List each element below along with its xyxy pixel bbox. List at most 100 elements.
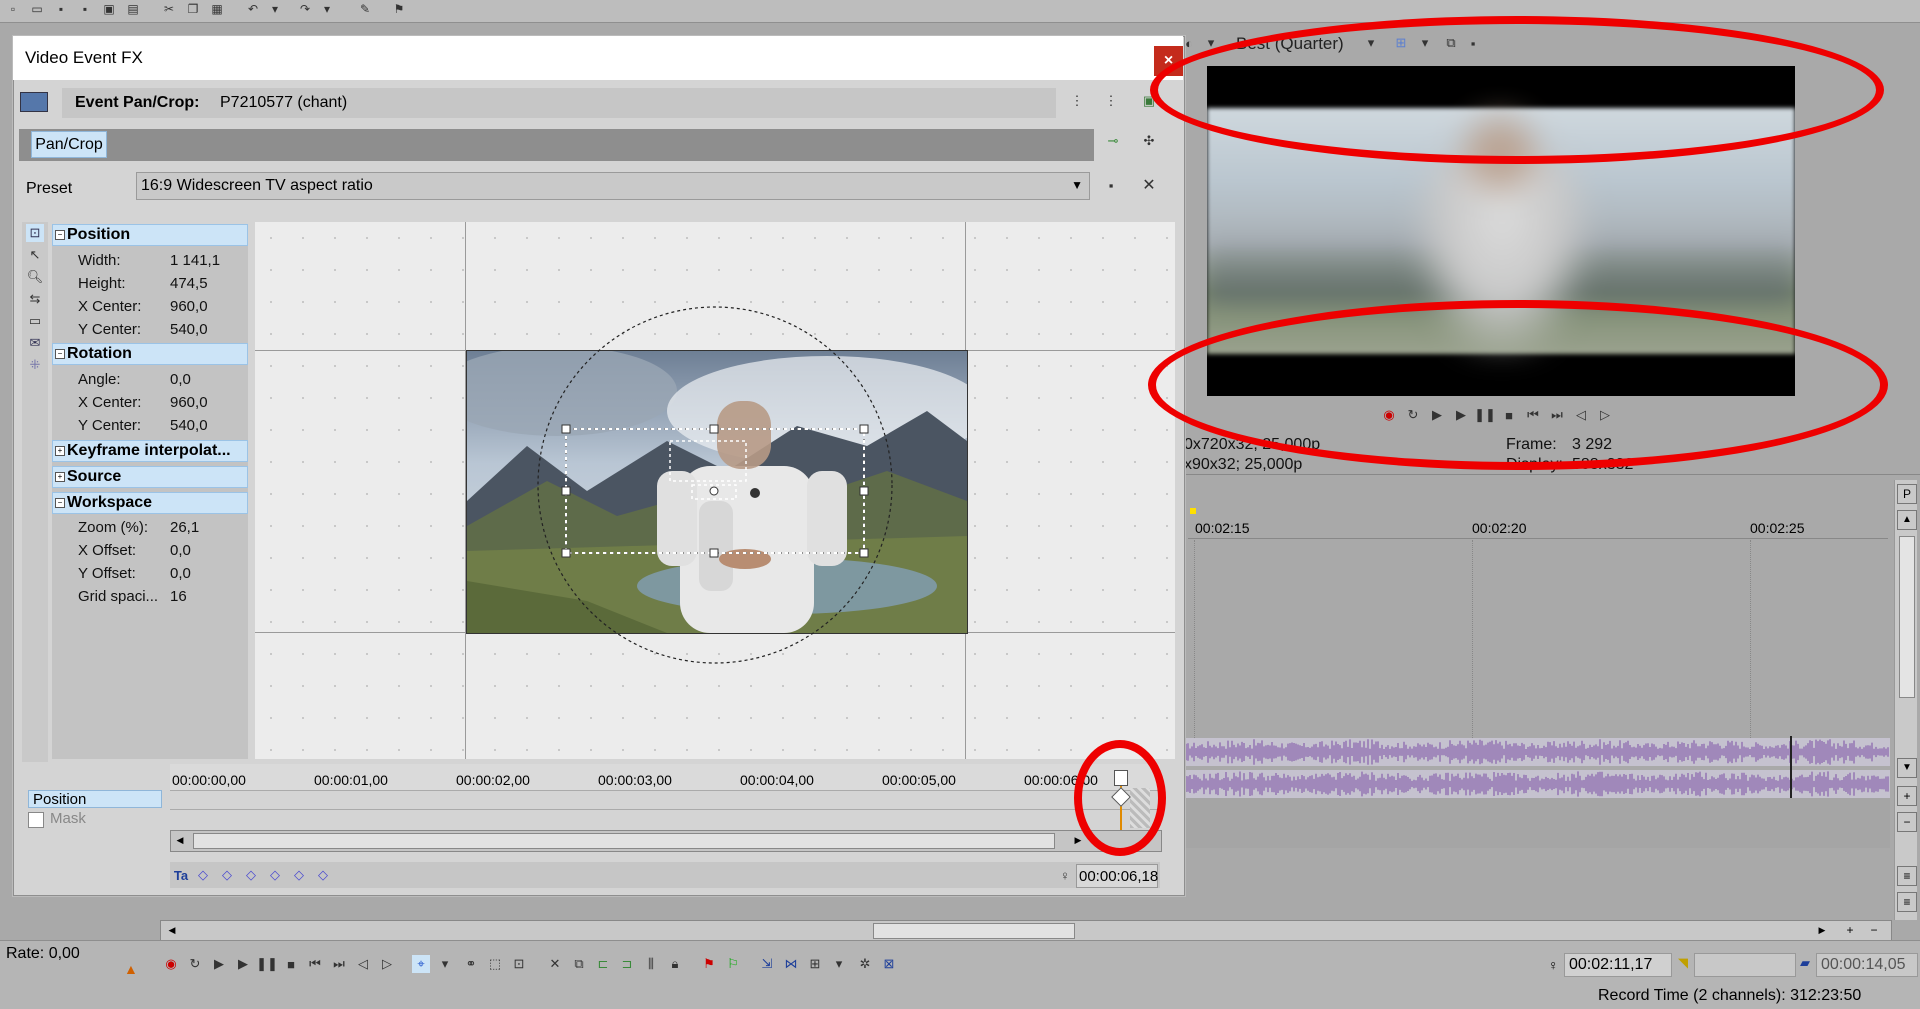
split-icon[interactable]: ⫼: [642, 955, 660, 973]
scroll-thumb[interactable]: [193, 833, 1055, 849]
preset-dropdown[interactable]: 16:9 Widescreen TV aspect ratio ▼: [136, 172, 1090, 200]
prev-frame-icon[interactable]: ◁: [354, 955, 372, 973]
snap-icon[interactable]: ⇆: [26, 290, 44, 308]
render-as-icon[interactable]: ✎: [356, 0, 374, 18]
property-value[interactable]: 0,0: [170, 371, 191, 388]
insert-marker-icon[interactable]: ⚑: [700, 955, 718, 973]
zoom-in-icon[interactable]: +: [1897, 786, 1917, 806]
property-value[interactable]: 26,1: [170, 519, 199, 536]
kf-track-position[interactable]: Position: [28, 790, 162, 808]
property-value[interactable]: 960,0: [170, 394, 208, 411]
add-fx-icon[interactable]: ⊸: [1104, 132, 1122, 150]
ignore-grouping-icon[interactable]: ⊞: [806, 955, 824, 973]
save-as-icon[interactable]: ▪: [76, 0, 94, 18]
sync-cursor-icon[interactable]: Ta: [172, 866, 190, 884]
zoom-out-icon[interactable]: −: [1867, 923, 1881, 937]
move-tool-icon[interactable]: ↖: [26, 246, 44, 264]
properties-icon[interactable]: ▤: [124, 0, 142, 18]
play-icon[interactable]: ▶: [234, 955, 252, 973]
add-keyframe-icon[interactable]: ◇: [290, 866, 308, 884]
grid-icon[interactable]: ⁜: [26, 356, 44, 374]
scroll-right-icon[interactable]: ▶: [1815, 923, 1829, 937]
undo-dropdown-icon[interactable]: ▾: [266, 0, 284, 18]
mask-checkbox[interactable]: [28, 812, 44, 828]
first-keyframe-icon[interactable]: ◇: [194, 866, 212, 884]
mask-tool-icon[interactable]: ✉: [26, 334, 44, 352]
zoom-out-icon[interactable]: −: [1897, 812, 1917, 832]
remove-fx-icon[interactable]: ✣: [1140, 132, 1158, 150]
last-keyframe-icon[interactable]: ◇: [266, 866, 284, 884]
audio-waveform-left[interactable]: [1186, 738, 1890, 766]
lock-envelopes-icon[interactable]: ⋈: [782, 955, 800, 973]
tab-pan-crop[interactable]: Pan/Crop: [31, 131, 107, 158]
crossfade-icon[interactable]: ✲: [856, 955, 874, 973]
property-value[interactable]: 0,0: [170, 565, 191, 582]
scroll-right-icon[interactable]: ▶: [1071, 833, 1085, 847]
next-keyframe-icon[interactable]: ◇: [242, 866, 260, 884]
ignore-dropdown-icon[interactable]: ▾: [830, 955, 848, 973]
save-icon[interactable]: ▪: [52, 0, 70, 18]
property-value[interactable]: 540,0: [170, 321, 208, 338]
redo-dropdown-icon[interactable]: ▾: [318, 0, 336, 18]
kf-track-mask[interactable]: Mask: [28, 810, 162, 828]
delete-icon[interactable]: ✕: [546, 955, 564, 973]
paste-icon[interactable]: ▦: [208, 0, 226, 18]
scroll-thumb[interactable]: [873, 923, 1075, 939]
go-to-start-icon[interactable]: ⏮: [306, 955, 324, 973]
zoom-tool-icon[interactable]: ⊡: [510, 955, 528, 973]
delete-keyframe-icon[interactable]: ◇: [314, 866, 332, 884]
property-value[interactable]: 474,5: [170, 275, 208, 292]
redo-icon[interactable]: ↷: [296, 0, 314, 18]
selection-tool-icon[interactable]: ⬚: [486, 955, 504, 973]
play-from-start-icon[interactable]: ▶: [210, 955, 228, 973]
property-value[interactable]: 16: [170, 588, 187, 605]
pause-icon[interactable]: ❚❚: [256, 955, 278, 973]
track-height-icon[interactable]: ≡: [1897, 892, 1917, 912]
save-preset-icon[interactable]: ▪: [1102, 176, 1120, 194]
envelope-tool-icon[interactable]: ⚭: [462, 955, 480, 973]
snap-icon[interactable]: ⊠: [880, 955, 898, 973]
center-icon[interactable]: ▭: [26, 312, 44, 330]
section-workspace[interactable]: − Workspace: [52, 492, 248, 514]
fx-chain-handle-icon[interactable]: ⋮: [1102, 92, 1120, 110]
property-value[interactable]: 0,0: [170, 542, 191, 559]
stop-icon[interactable]: ■: [282, 955, 300, 973]
track-list-icon[interactable]: P: [1897, 484, 1917, 504]
open-folder-icon[interactable]: ▭: [28, 0, 46, 18]
loop-icon[interactable]: ↻: [186, 955, 204, 973]
trim-start-icon[interactable]: ⊏: [594, 955, 612, 973]
section-rotation[interactable]: − Rotation: [52, 343, 248, 365]
marker-icon[interactable]: [1190, 508, 1196, 514]
section-position[interactable]: − Position: [52, 224, 248, 246]
property-value[interactable]: 960,0: [170, 298, 208, 315]
auto-ripple-icon[interactable]: ⇲: [758, 955, 776, 973]
trim-icon[interactable]: ⧉: [570, 955, 588, 973]
delete-preset-icon[interactable]: ✕: [1140, 176, 1158, 194]
crop-overlay[interactable]: [530, 305, 910, 685]
next-frame-icon[interactable]: ▷: [378, 955, 396, 973]
timeline-horizontal-scrollbar[interactable]: ◀ ▶ + −: [160, 920, 1892, 942]
kf-horizontal-scrollbar[interactable]: ◀ ▶: [170, 830, 1162, 852]
render-icon[interactable]: ▣: [100, 0, 118, 18]
zoom-tool-icon[interactable]: 🔍︎: [26, 268, 44, 286]
scroll-thumb[interactable]: [1899, 536, 1915, 698]
normal-edit-tool-icon[interactable]: ⌖: [412, 955, 430, 973]
selection-length-field[interactable]: 00:00:14,05: [1816, 953, 1918, 977]
fx-chain-handle-icon[interactable]: ⋮: [1068, 92, 1086, 110]
copy-icon[interactable]: ❐: [184, 0, 202, 18]
cut-icon[interactable]: ✂: [160, 0, 178, 18]
new-file-icon[interactable]: ▫: [4, 0, 22, 18]
selection-start-field[interactable]: [1694, 953, 1796, 977]
audio-waveform-right[interactable]: [1186, 770, 1890, 798]
go-to-end-icon[interactable]: ⏭: [330, 955, 348, 973]
track-height-icon[interactable]: ≡: [1897, 866, 1917, 886]
zoom-in-icon[interactable]: +: [1843, 923, 1857, 937]
scroll-down-icon[interactable]: ▼: [1897, 758, 1917, 778]
help-icon[interactable]: ⚑: [390, 0, 408, 18]
section-source[interactable]: + Source: [52, 466, 248, 488]
playhead-cursor[interactable]: [1790, 736, 1792, 802]
edit-tool-dropdown-icon[interactable]: ▾: [436, 955, 454, 973]
trim-end-icon[interactable]: ⊐: [618, 955, 636, 973]
kf-cursor-time-field[interactable]: 00:00:06,18: [1076, 864, 1158, 888]
property-value[interactable]: 540,0: [170, 417, 208, 434]
